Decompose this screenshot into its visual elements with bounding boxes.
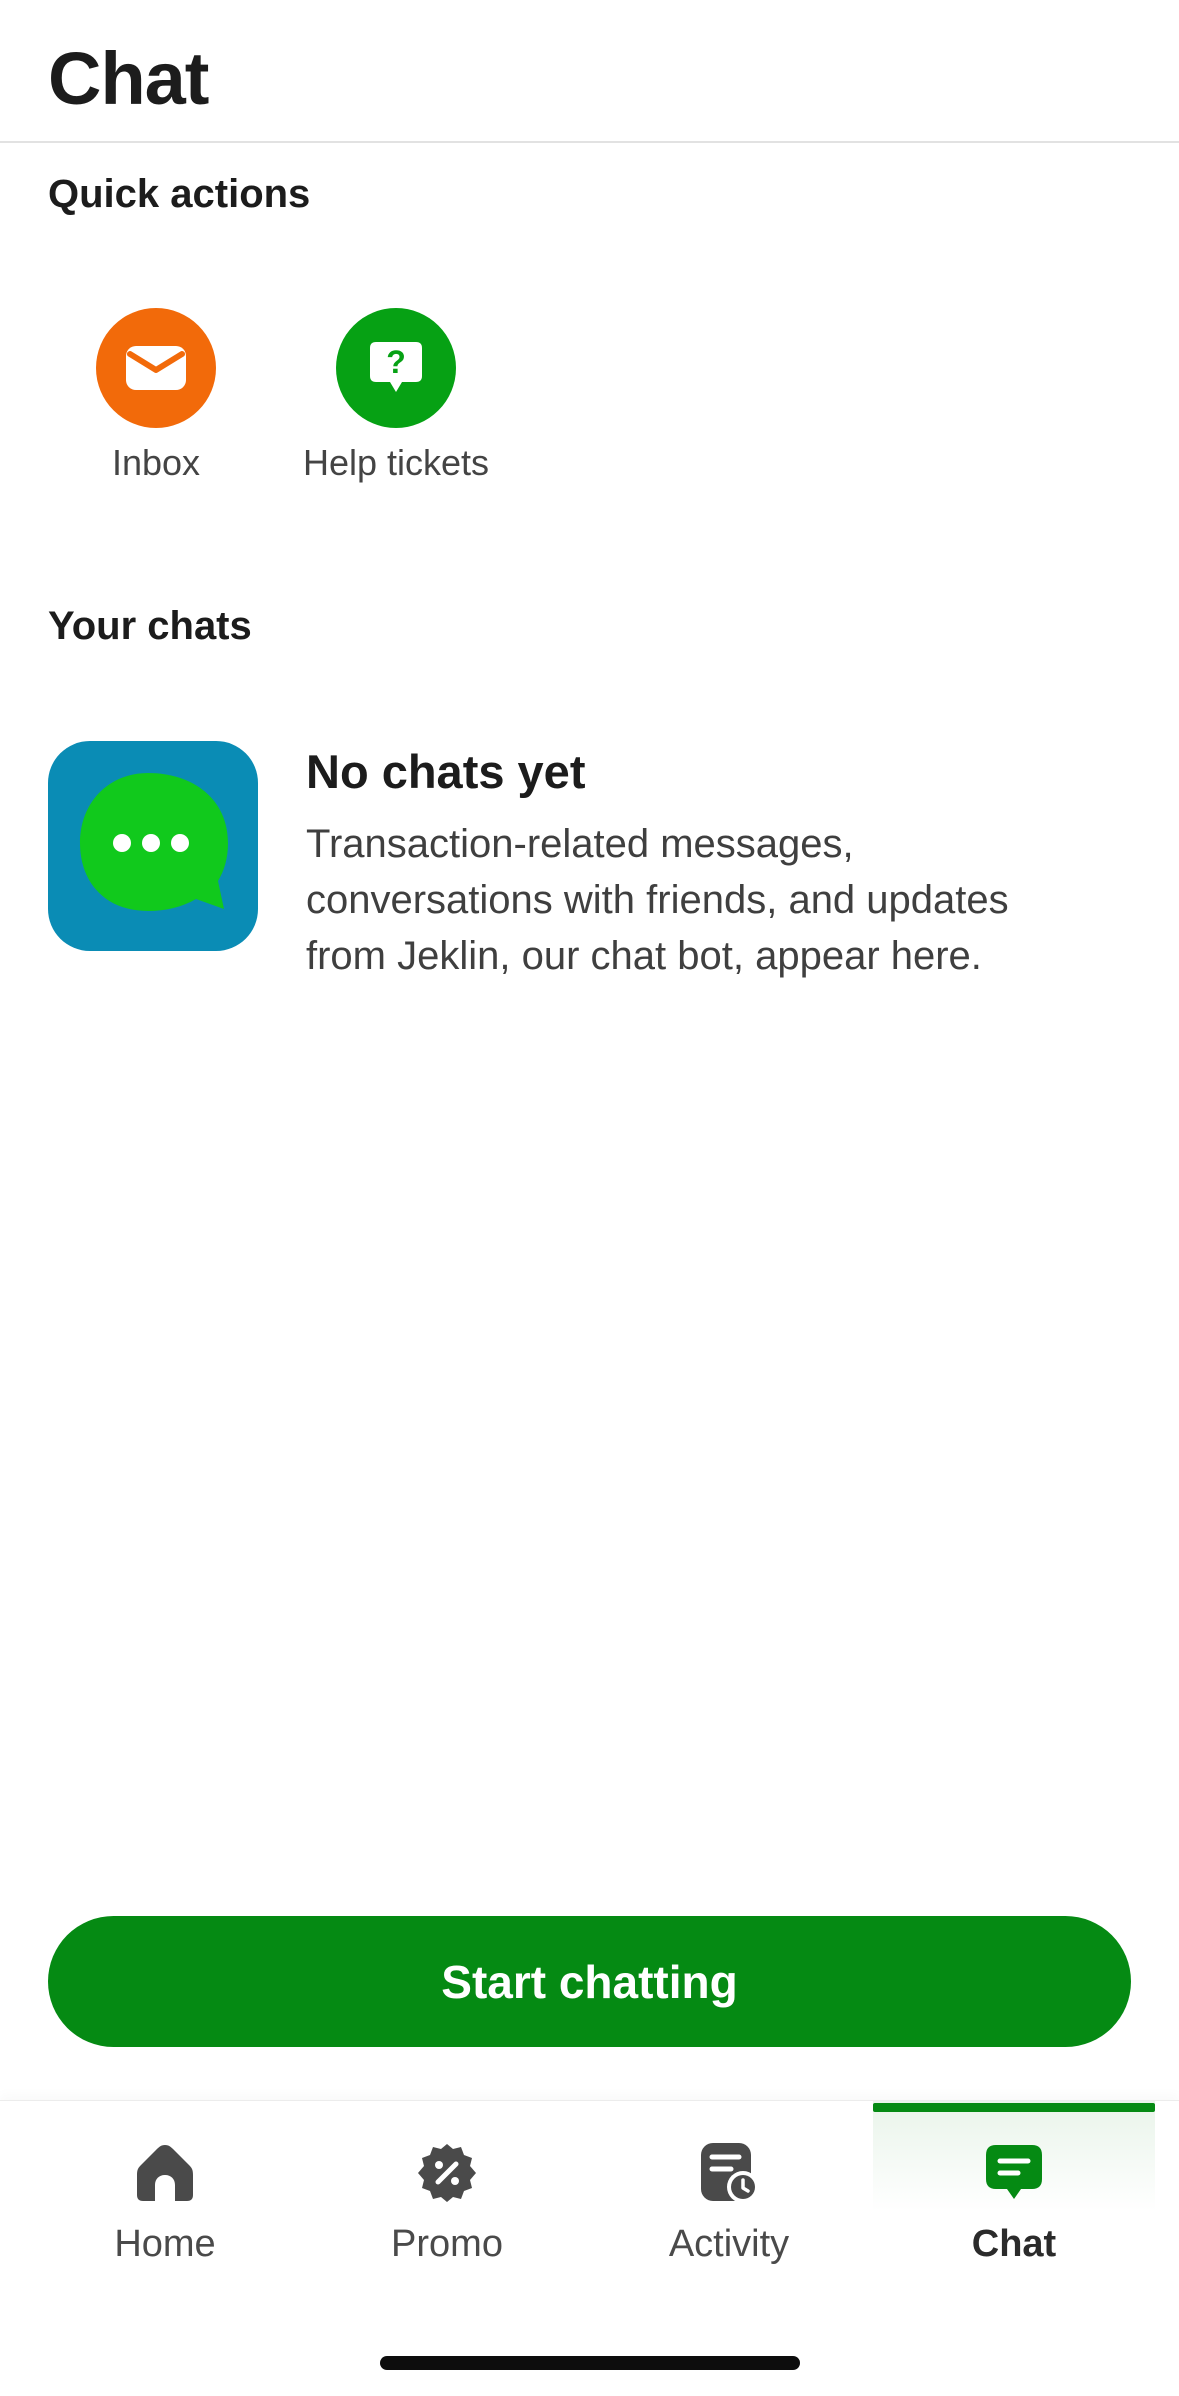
inbox-label: Inbox	[111, 442, 201, 483]
nav-item-promo[interactable]: Promo	[306, 2101, 588, 2301]
chat-bubble-icon	[48, 741, 258, 951]
nav-item-chat[interactable]: Chat	[873, 2101, 1155, 2301]
activity-icon	[697, 2141, 761, 2205]
bottom-navigation: Home Promo Activity Chat	[0, 2100, 1179, 2396]
help-tickets-button[interactable]: ? Help tickets	[276, 308, 516, 498]
svg-text:?: ?	[386, 344, 406, 380]
help-tickets-label: Help tickets	[302, 442, 490, 483]
header: Chat	[0, 0, 1179, 143]
your-chats-heading: Your chats	[48, 604, 252, 648]
envelope-icon	[96, 308, 216, 428]
nav-label-home: Home	[114, 2223, 216, 2265]
page-title: Chat	[48, 37, 209, 120]
question-bubble-icon: ?	[336, 308, 456, 428]
nav-item-activity[interactable]: Activity	[588, 2101, 870, 2301]
home-indicator[interactable]	[380, 2356, 800, 2370]
empty-state-title: No chats yet	[306, 745, 586, 798]
home-icon	[133, 2141, 197, 2205]
nav-item-home[interactable]: Home	[24, 2101, 306, 2301]
nav-label-promo: Promo	[391, 2223, 503, 2265]
promo-icon	[415, 2141, 479, 2205]
chat-icon	[982, 2141, 1046, 2205]
chat-screen: Chat Quick actions Inbox ? Help tickets …	[0, 0, 1179, 2396]
active-tab-indicator	[873, 2103, 1155, 2112]
start-chatting-button[interactable]: Start chatting	[48, 1916, 1131, 2047]
quick-actions-heading: Quick actions	[48, 172, 311, 216]
nav-label-activity: Activity	[668, 2223, 790, 2265]
nav-label-chat: Chat	[971, 2223, 1057, 2265]
inbox-button[interactable]: Inbox	[36, 308, 276, 498]
empty-state-description: Transaction-related messages, conversati…	[306, 822, 1009, 978]
